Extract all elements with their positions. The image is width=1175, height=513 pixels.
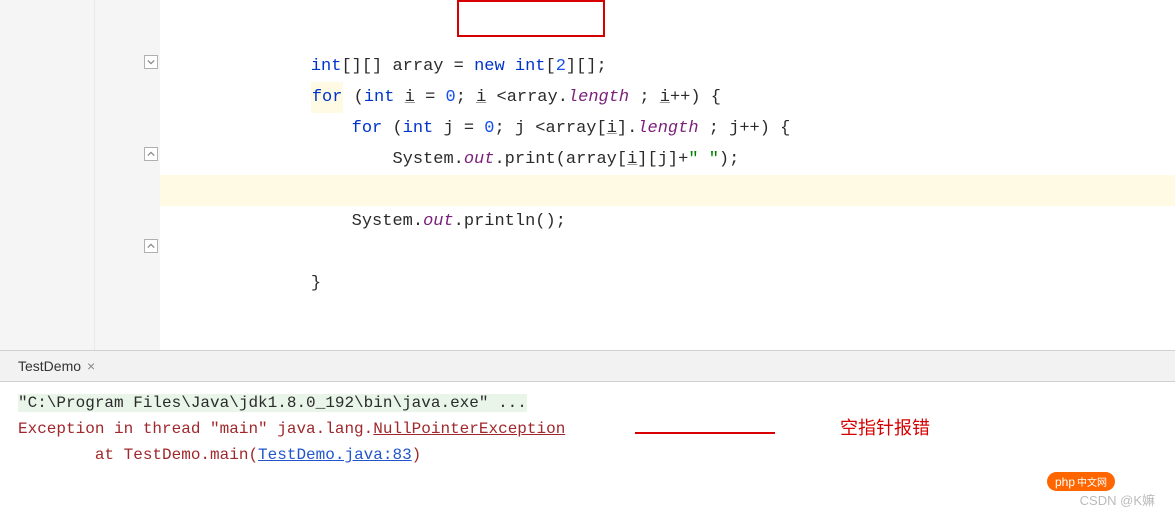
code-editor: int[][] array = new int[2][]; for (int i… <box>0 0 1175 350</box>
code-content[interactable]: int[][] array = new int[2][]; for (int i… <box>160 0 1175 350</box>
annotation-text: 空指针报错 <box>840 414 930 440</box>
code-line: System.out.print(array[i][j]+" "); <box>160 113 1175 144</box>
fold-marker-icon[interactable] <box>144 55 158 69</box>
line-gutter-fold <box>95 0 160 350</box>
fold-marker-icon[interactable] <box>144 239 158 253</box>
code-line <box>160 206 1175 237</box>
code-line: for (int j = 0; j <array[i].length ; j++… <box>160 82 1175 113</box>
line-gutter-outer <box>0 0 95 350</box>
run-tab[interactable]: TestDemo × <box>18 358 95 374</box>
console-output[interactable]: "C:\Program Files\Java\jdk1.8.0_192\bin\… <box>0 382 1175 476</box>
run-tab-bar: TestDemo × <box>0 350 1175 382</box>
console-stacktrace: at TestDemo.main(TestDemo.java:83) <box>18 442 1157 468</box>
watermark: CSDN @K嫲 <box>1080 490 1155 509</box>
code-line: } <box>160 144 1175 175</box>
code-line: int[][] array = new int[2][]; <box>160 20 1175 51</box>
close-icon[interactable]: × <box>87 358 95 374</box>
code-line-highlighted: System.out.println(); <box>160 175 1175 206</box>
console-command: "C:\Program Files\Java\jdk1.8.0_192\bin\… <box>18 390 1157 416</box>
code-line: } <box>160 237 1175 268</box>
tab-label: TestDemo <box>18 358 81 374</box>
annotation-underline <box>635 432 775 434</box>
php-badge: php 中文网 <box>1047 472 1115 491</box>
fold-marker-icon[interactable] <box>144 147 158 161</box>
code-line: for (int i = 0; i <array.length ; i++) { <box>160 51 1175 82</box>
console-exception: Exception in thread "main" java.lang.Nul… <box>18 416 1157 442</box>
stacktrace-link[interactable]: TestDemo.java:83 <box>258 446 412 464</box>
